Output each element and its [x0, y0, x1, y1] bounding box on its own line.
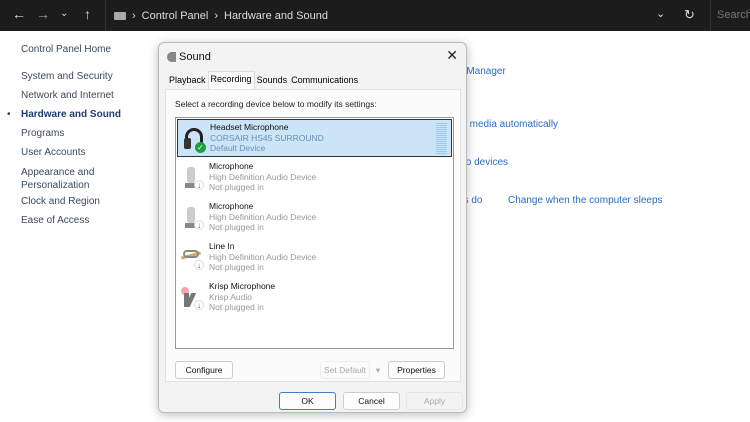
device-status: Not plugged in: [209, 262, 264, 272]
unplugged-icon: ↓: [194, 180, 204, 190]
configure-button[interactable]: Configure: [175, 361, 233, 379]
control-panel-icon: [114, 11, 126, 20]
cancel-button[interactable]: Cancel: [343, 392, 400, 410]
device-status: Default Device: [210, 143, 266, 153]
chevron-down-icon[interactable]: ⌄: [656, 7, 665, 20]
sidebar-item-programs[interactable]: Programs: [21, 128, 64, 139]
search-input[interactable]: Search C: [710, 0, 750, 31]
device-status: Not plugged in: [209, 302, 264, 312]
device-list[interactable]: ✓ Headset Microphone CORSAIR HS45 SURROUN…: [175, 117, 454, 349]
tab-recording[interactable]: Recording: [207, 71, 255, 89]
close-button[interactable]: ✕: [446, 47, 458, 64]
sidebar-item-user-accounts[interactable]: User Accounts: [21, 147, 85, 158]
breadcrumb-separator: ›: [132, 9, 136, 22]
device-name: Headset Microphone: [210, 122, 289, 132]
device-item[interactable]: ↓ Microphone High Definition Audio Device…: [177, 159, 452, 197]
instruction-text: Select a recording device below to modif…: [175, 99, 377, 109]
up-button[interactable]: ↑: [84, 6, 91, 22]
breadcrumb-control-panel[interactable]: Control Panel: [142, 10, 209, 22]
back-button[interactable]: ←: [12, 6, 26, 22]
device-driver: High Definition Audio Device: [209, 251, 317, 262]
device-item[interactable]: ↓ Microphone High Definition Audio Device…: [177, 199, 452, 237]
apply-button: Apply: [406, 392, 463, 410]
level-meter: [436, 123, 447, 155]
active-bullet: •: [7, 109, 11, 120]
device-item[interactable]: ✓ Headset Microphone CORSAIR HS45 SURROUN…: [177, 119, 452, 157]
device-status: Not plugged in: [209, 182, 264, 192]
device-item[interactable]: ↓ Krisp Microphone Krisp Audio Not plugged…: [177, 279, 452, 317]
breadcrumb-separator: ›: [214, 9, 218, 22]
dialog-title: Sound: [179, 51, 211, 63]
ok-button[interactable]: OK: [279, 392, 336, 410]
speaker-icon: [167, 52, 176, 62]
device-driver: CORSAIR HS45 SURROUND: [210, 132, 324, 143]
device-driver: High Definition Audio Device: [209, 211, 317, 222]
set-default-dropdown-icon: ▾: [375, 364, 381, 375]
sound-dialog: Sound ✕ Playback Recording Sounds Commun…: [158, 42, 467, 413]
recording-panel: Select a recording device below to modif…: [165, 89, 461, 382]
breadcrumb-hardware-and-sound[interactable]: Hardware and Sound: [224, 10, 328, 22]
microphone-icon: ↓: [181, 165, 207, 193]
sidebar-item-system-security[interactable]: System and Security: [21, 71, 113, 82]
forward-button[interactable]: →: [36, 6, 50, 22]
sidebar-item-hardware-sound[interactable]: Hardware and Sound: [21, 109, 121, 120]
refresh-icon[interactable]: ↻: [684, 7, 695, 23]
unplugged-icon: ↓: [194, 300, 204, 310]
device-status: Not plugged in: [209, 222, 264, 232]
device-name: Line In: [209, 241, 235, 251]
microphone-icon: ↓: [181, 205, 207, 233]
headset-icon: ✓: [182, 126, 208, 154]
unplugged-icon: ↓: [194, 220, 204, 230]
link-autoplay[interactable]: er media automatically: [458, 119, 558, 130]
set-default-button: Set Default: [320, 361, 370, 379]
explorer-toolbar: ← → ⌄ ↑ › Control Panel › Hardware and S…: [0, 0, 750, 31]
device-item[interactable]: ↓ Line In High Definition Audio Device Not…: [177, 239, 452, 277]
sidebar-item-clock-region[interactable]: Clock and Region: [21, 196, 100, 207]
device-name: Microphone: [209, 161, 254, 171]
properties-button[interactable]: Properties: [388, 361, 445, 379]
device-name: Krisp Microphone: [209, 281, 276, 291]
recent-locations-button[interactable]: ⌄: [60, 8, 68, 19]
address-bar[interactable]: › Control Panel › Hardware and Sound ⌄ ↻: [105, 0, 705, 31]
line-in-icon: ↓: [180, 245, 207, 273]
device-driver: Krisp Audio: [209, 291, 252, 302]
default-check-icon: ✓: [195, 142, 206, 153]
krisp-icon: ↓: [181, 285, 207, 313]
device-driver: High Definition Audio Device: [209, 171, 317, 182]
sidebar-item-network[interactable]: Network and Internet: [21, 90, 114, 101]
unplugged-icon: ↓: [194, 260, 204, 270]
link-computer-sleeps[interactable]: Change when the computer sleeps: [508, 195, 663, 206]
sidebar-item-appearance[interactable]: Appearance and Personalization: [21, 166, 101, 192]
device-name: Microphone: [209, 201, 254, 211]
sidebar-home[interactable]: Control Panel Home: [21, 44, 111, 55]
sidebar-item-ease-of-access[interactable]: Ease of Access: [21, 215, 89, 226]
